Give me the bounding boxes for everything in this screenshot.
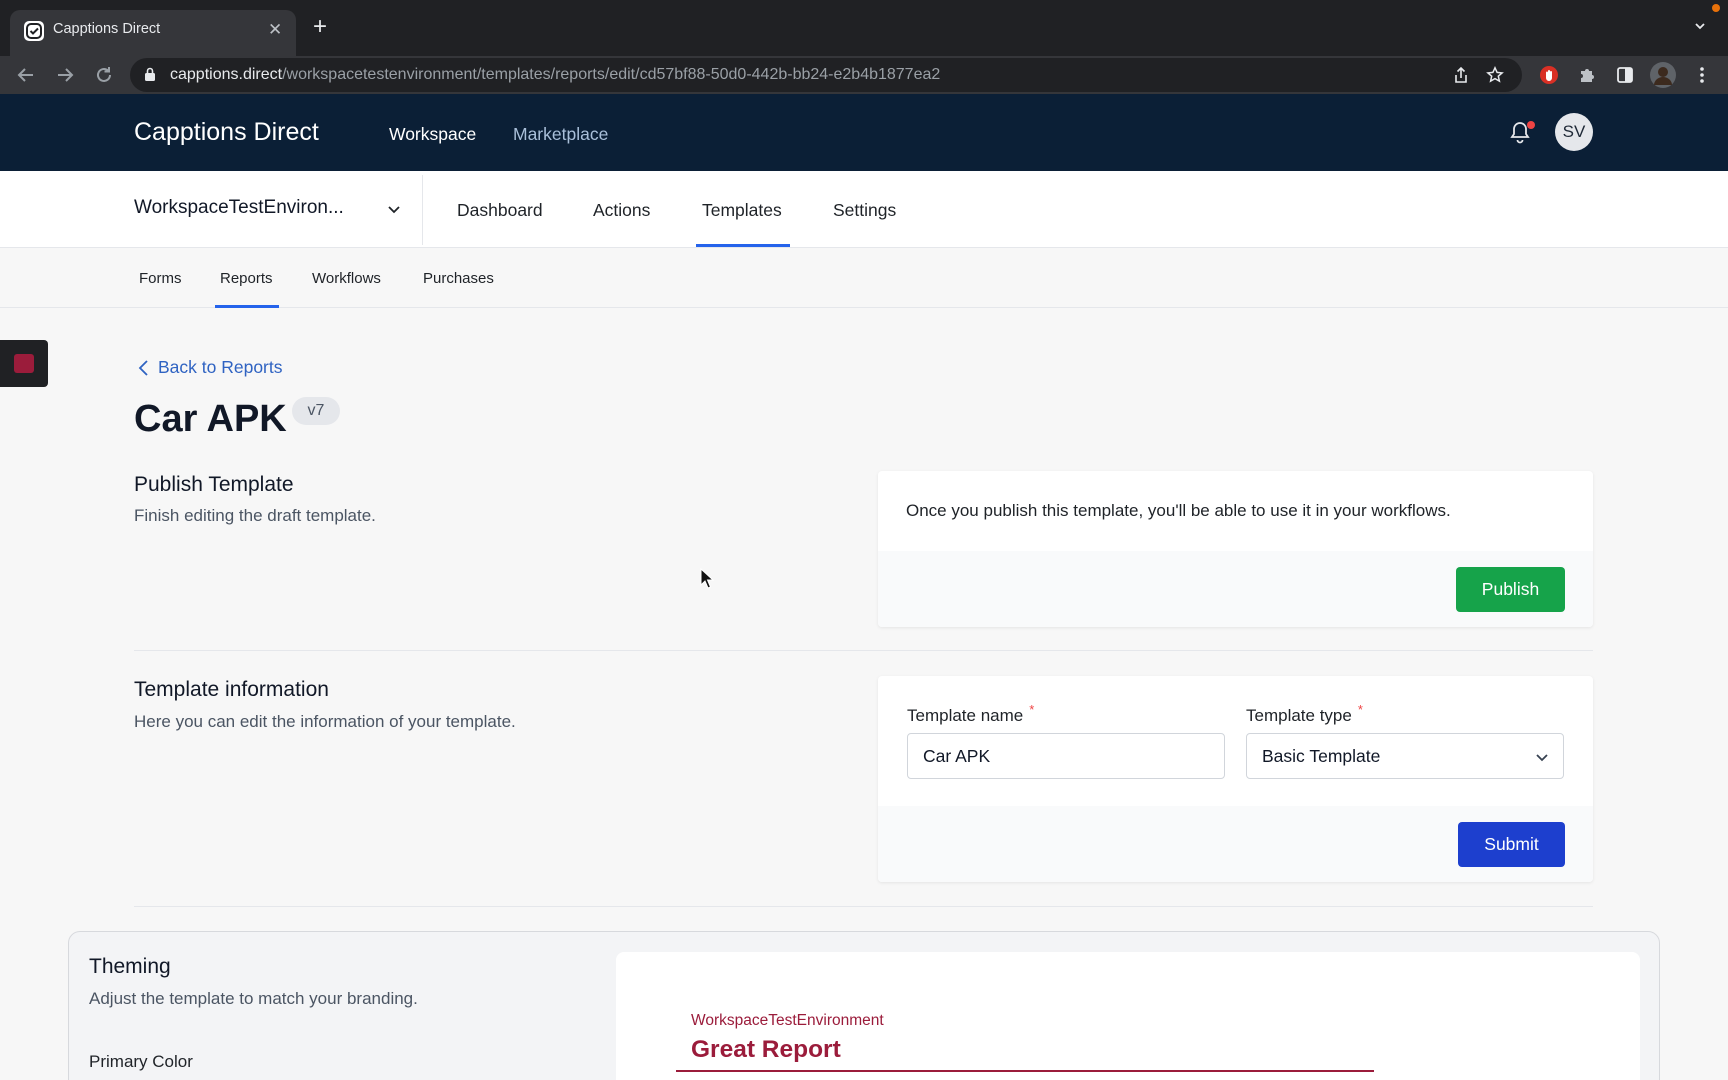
template-info-title: Template information (134, 678, 329, 701)
template-type-select[interactable]: Basic Template (1246, 733, 1564, 779)
publish-button[interactable]: Publish (1456, 567, 1565, 612)
puzzle-icon[interactable] (1577, 65, 1597, 90)
menu-icon[interactable] (1695, 65, 1709, 90)
share-icon[interactable] (1452, 66, 1470, 89)
template-info-description: Here you can edit the information of you… (134, 712, 516, 731)
close-icon[interactable]: ✕ (268, 20, 282, 40)
address-bar[interactable]: capptions.direct/workspacetestenvironmen… (130, 58, 1522, 92)
sub-tabs: Forms Reports Workflows Purchases (0, 248, 1728, 308)
extension-icon[interactable] (1539, 65, 1559, 90)
active-tab-indicator (696, 244, 790, 247)
notification-dot (1527, 121, 1535, 129)
template-name-label: Template name * (907, 702, 1034, 726)
chevron-left-icon (138, 360, 148, 376)
publish-message: Once you publish this template, you'll b… (906, 501, 1451, 520)
page-title: Car APK (134, 398, 287, 440)
browser-tab-strip: Capptions Direct ✕ + (0, 0, 1728, 56)
theming-panel: Theming Adjust the template to match you… (68, 931, 1660, 1080)
url-path: /workspacetestenvironment/templates/repo… (282, 66, 941, 83)
theme-preview: WorkspaceTestEnvironment Great Report (616, 952, 1640, 1080)
reload-icon[interactable] (93, 64, 115, 86)
preview-underline (676, 1070, 1374, 1072)
nav-marketplace[interactable]: Marketplace (513, 124, 608, 145)
template-type-label-text: Template type (1246, 706, 1352, 725)
template-name-label-text: Template name (907, 706, 1024, 725)
recording-widget[interactable] (0, 340, 48, 387)
update-dot (1712, 4, 1720, 12)
primary-color-label: Primary Color (89, 1052, 193, 1071)
sidepanel-icon[interactable] (1615, 65, 1635, 90)
nav-workspace[interactable]: Workspace (389, 124, 476, 145)
tab-title: Capptions Direct (53, 21, 161, 37)
lock-icon[interactable] (144, 67, 156, 87)
theming-description: Adjust the template to match your brandi… (89, 989, 418, 1008)
section-divider (134, 906, 1593, 907)
section-divider (134, 650, 1593, 651)
star-icon[interactable] (1486, 65, 1504, 89)
tab-actions[interactable]: Actions (593, 200, 650, 221)
template-info-card: Template name * Car APK Template type * Ba… (878, 676, 1593, 882)
subtab-forms[interactable]: Forms (139, 270, 182, 287)
required-mark: * (1357, 702, 1363, 717)
theming-title: Theming (89, 955, 171, 978)
chevron-down-icon[interactable] (1693, 19, 1707, 38)
forward-arrow-icon[interactable] (54, 64, 76, 86)
tab-settings[interactable]: Settings (833, 200, 896, 221)
profile-icon[interactable] (1650, 62, 1676, 93)
template-type-value: Basic Template (1262, 746, 1381, 766)
publish-section-title: Publish Template (134, 473, 294, 496)
preview-report-title: Great Report (691, 1036, 841, 1063)
brand-name[interactable]: Capptions Direct (134, 118, 319, 147)
subtab-workflows[interactable]: Workflows (312, 270, 381, 287)
publish-card: Once you publish this template, you'll b… (878, 471, 1593, 627)
active-subtab-indicator (215, 305, 279, 308)
subtab-reports[interactable]: Reports (220, 270, 273, 287)
preview-workspace-name: WorkspaceTestEnvironment (691, 1012, 884, 1029)
cursor-icon (700, 567, 715, 595)
subtab-purchases[interactable]: Purchases (423, 270, 494, 287)
divider (422, 175, 423, 245)
url-text[interactable]: capptions.direct/workspacetestenvironmen… (170, 66, 940, 84)
version-badge: v7 (292, 397, 340, 425)
tab-dashboard[interactable]: Dashboard (457, 200, 543, 221)
chevron-down-icon (1536, 754, 1548, 762)
publish-card-footer: Publish (878, 551, 1593, 627)
url-host: capptions.direct (170, 66, 283, 83)
back-label: Back to Reports (158, 357, 283, 377)
favicon-icon (24, 21, 44, 41)
template-info-footer: Submit (878, 806, 1593, 882)
workspace-name: WorkspaceTestEnviron... (134, 197, 344, 218)
app-header: Capptions Direct Workspace Marketplace S… (0, 94, 1728, 171)
plus-icon[interactable]: + (313, 15, 327, 39)
browser-toolbar: capptions.direct/workspacetestenvironmen… (0, 56, 1728, 94)
browser-tab[interactable]: Capptions Direct ✕ (10, 10, 296, 56)
template-type-label: Template type * (1246, 702, 1363, 726)
submit-button[interactable]: Submit (1458, 822, 1565, 867)
workspace-bar: WorkspaceTestEnviron... Dashboard Action… (0, 171, 1728, 248)
template-name-input[interactable]: Car APK (907, 733, 1225, 779)
publish-section-description: Finish editing the draft template. (134, 506, 376, 525)
avatar[interactable]: SV (1555, 113, 1593, 151)
required-mark: * (1029, 702, 1035, 717)
tab-templates[interactable]: Templates (702, 200, 782, 221)
chevron-down-icon (386, 201, 402, 222)
workspace-selector[interactable]: WorkspaceTestEnviron... (134, 193, 410, 225)
back-arrow-icon[interactable] (15, 64, 37, 86)
record-stop-icon (14, 354, 34, 373)
